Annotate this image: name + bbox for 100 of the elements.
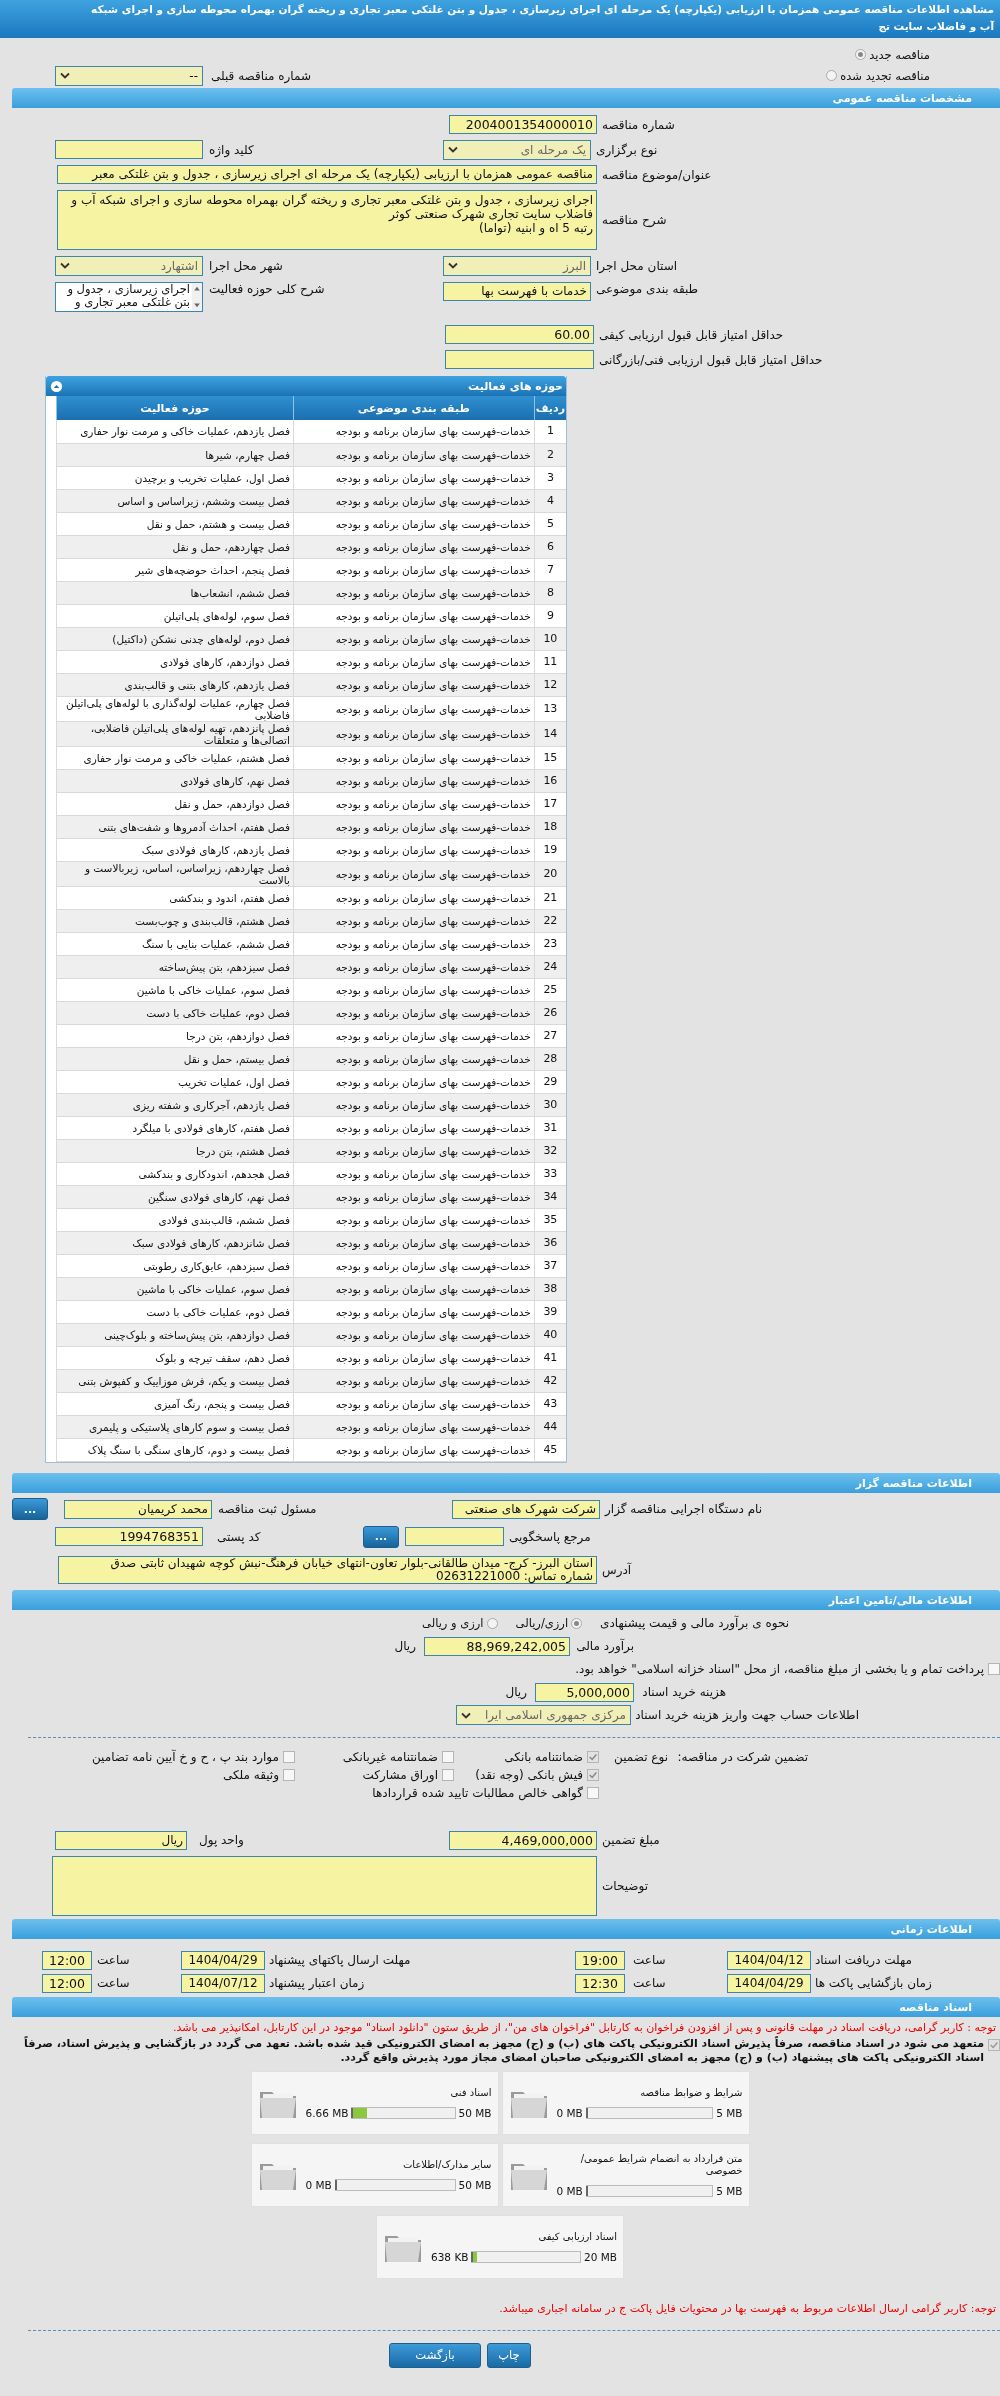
- collapse-icon[interactable]: [50, 379, 63, 393]
- notes-field[interactable]: [52, 1855, 597, 1916]
- subject-field[interactable]: مناقصه عمومی همزمان با ارزیابی (یکپارچه) یک مرحله ای اجرای زیرسازی ، جدول و بتن غلتکی معبر: [57, 165, 597, 184]
- keyword-field[interactable]: [55, 140, 203, 159]
- action-button[interactable]: چاپ: [487, 2342, 531, 2368]
- checkbox-option[interactable]: موارد بند پ ، ح و خ آیین نامه تضامین: [95, 1749, 295, 1764]
- date-field[interactable]: 1404/04/29: [181, 1950, 265, 1970]
- table-cell: فصل هفتم، اندود و بندکشی: [56, 886, 294, 909]
- tender-number-field[interactable]: 2004001354000010: [449, 115, 597, 134]
- checkbox[interactable]: [587, 1786, 599, 1799]
- time-field[interactable]: 12:00: [42, 1950, 92, 1970]
- radio-option[interactable]: ارزی/ریالی: [515, 1616, 583, 1630]
- size-label: 0 MB: [556, 2184, 583, 2197]
- category-field[interactable]: خدمات با فهرست بها: [443, 282, 591, 301]
- radio-option[interactable]: مناقصه تجدید شده: [826, 68, 930, 83]
- table-cell: خدمات-فهرست بهای سازمان برنامه و بودجه: [293, 489, 535, 512]
- address-field[interactable]: استان البرز- کرج- میدان طالقانی-بلوار تعاون-انتهای خیابان فرهنگ-نبش کوچه شهیدان ثابتی صدق شماره تماس: 02631221000: [58, 1555, 597, 1584]
- checkbox[interactable]: [442, 1768, 454, 1781]
- time-field[interactable]: 12:30: [575, 1973, 625, 1993]
- checkbox[interactable]: [587, 1750, 599, 1763]
- more-button[interactable]: ...: [363, 1525, 399, 1548]
- checkbox[interactable]: [988, 1663, 1000, 1675]
- table-cell: خدمات-فهرست بهای سازمان برنامه و بودجه: [293, 721, 535, 746]
- table-cell: فصل هشتم، بتن درجا: [56, 1139, 294, 1162]
- currency-field[interactable]: ریال: [55, 1830, 187, 1850]
- checkbox-option[interactable]: گواهی خالص مطالبات تایید شده قراردادها: [295, 1785, 599, 1800]
- table-cell: خدمات-فهرست بهای سازمان برنامه و بودجه: [293, 909, 535, 932]
- reference-field[interactable]: [405, 1527, 504, 1546]
- field-label: شرح کلی حوزه فعالیت: [208, 282, 326, 296]
- notice-text: توجه: کاربر گرامی ارسال اطلاعات مربوط به فهرست بها در محتویات فایل پاکت ج در سامانه اجباری میباشد.: [498, 2300, 997, 2316]
- field-label: حداقل امتیاز قابل قبول ارزیابی فنی/بازرگانی: [598, 352, 823, 367]
- radio-icon[interactable]: [486, 1617, 498, 1629]
- description-field[interactable]: اجرای زیرسازی ، جدول و بتن غلتکی معبر تجاری و ریخته گران بهمراه محوطه سازی و اجرای شبکه آب و فاضلاب سایت تجاری شهرک صنعتی کوثر رتبه 5 اه و ابنیه (تواما): [57, 190, 597, 250]
- checkbox[interactable]: [283, 1750, 295, 1763]
- table-cell: فصل سوم، لوله‌های پلی‌اتیلن: [56, 604, 294, 627]
- estimate-field[interactable]: 88,969,242,005: [424, 1636, 570, 1656]
- postal-code-field[interactable]: 1994768351: [55, 1527, 203, 1546]
- section-header: اطلاعات زمانی: [12, 1918, 1000, 1939]
- radio-icon[interactable]: [571, 1617, 583, 1629]
- checkbox-option[interactable]: پرداخت تمام و یا بخشی از مبلغ مناقصه، از محل "اسناد خزانه اسلامی" خواهد بود.: [575, 1662, 1000, 1676]
- table-cell: فصل چهارم، شیرها: [56, 443, 294, 466]
- table-cell: خدمات-فهرست بهای سازمان برنامه و بودجه: [293, 581, 535, 604]
- time-field[interactable]: 12:00: [42, 1973, 92, 1993]
- more-button[interactable]: ...: [12, 1498, 48, 1520]
- caret-icon: [448, 146, 458, 153]
- table-cell: خدمات-فهرست بهای سازمان برنامه و بودجه: [293, 650, 535, 673]
- date-field[interactable]: 1404/04/12: [727, 1950, 811, 1970]
- select-field[interactable]: البرز: [443, 255, 591, 276]
- date-field[interactable]: 1404/04/29: [727, 1973, 811, 1993]
- table-cell: 29: [534, 1070, 566, 1093]
- table-cell: خدمات-فهرست بهای سازمان برنامه و بودجه: [293, 1277, 535, 1300]
- select-field[interactable]: مرکزی جمهوری اسلامی ایرا: [456, 1705, 631, 1725]
- table-cell: 36: [534, 1231, 566, 1254]
- registrar-field[interactable]: محمد کریمیان: [64, 1499, 212, 1519]
- file-name: سایر مدارک/اطلاعات: [401, 2158, 492, 2171]
- file-name: اسناد ارزیابی کیفی: [537, 2230, 617, 2243]
- table-cell: خدمات-فهرست بهای سازمان برنامه و بودجه: [293, 420, 535, 443]
- table-cell: 14: [534, 721, 566, 746]
- checkbox-option[interactable]: اوراق مشارکت: [295, 1767, 454, 1782]
- table-cell: خدمات-فهرست بهای سازمان برنامه و بودجه: [293, 443, 535, 466]
- section-header: مشخصات مناقصه عمومی: [12, 88, 1000, 108]
- document-fee-field[interactable]: 5,000,000: [535, 1682, 634, 1702]
- field-label: شماره مناقصه قبلی: [211, 68, 311, 83]
- select-field[interactable]: اشتهارد: [55, 255, 203, 276]
- guarantee-amount-field[interactable]: 4,469,000,000: [449, 1830, 597, 1850]
- radio-icon[interactable]: [826, 70, 838, 81]
- score-field[interactable]: 60.00: [445, 325, 594, 344]
- table-cell: فصل یازدهم، کارهای بتنی و قالب‌بندی: [56, 673, 294, 696]
- field-label: اطلاعات حساب جهت واریز هزینه خرید اسناد: [635, 1708, 859, 1722]
- table-cell: 21: [534, 886, 566, 909]
- time-field[interactable]: 19:00: [575, 1950, 625, 1970]
- radio-option[interactable]: مناقصه جدید: [855, 47, 930, 62]
- checkbox[interactable]: [442, 1750, 454, 1763]
- table-cell: خدمات-فهرست بهای سازمان برنامه و بودجه: [293, 1139, 535, 1162]
- table-cell: خدمات-فهرست بهای سازمان برنامه و بودجه: [293, 1323, 535, 1346]
- score-field[interactable]: [445, 350, 594, 369]
- table-cell: 4: [534, 489, 566, 512]
- table-cell: 41: [534, 1346, 566, 1369]
- select-field[interactable]: --: [55, 65, 203, 86]
- checkbox[interactable]: [587, 1768, 599, 1781]
- checkbox-option[interactable]: فیش بانکی (وجه نقد): [454, 1767, 599, 1782]
- table-cell: 15: [534, 746, 566, 769]
- radio-icon[interactable]: [855, 49, 867, 60]
- organization-field[interactable]: شرکت شهرک های صنعتی: [452, 1499, 600, 1519]
- table-cell: خدمات-فهرست بهای سازمان برنامه و بودجه: [293, 1369, 535, 1392]
- checkbox[interactable]: [283, 1768, 295, 1781]
- table-cell: فصل سوم، عملیات خاکی با ماشین: [56, 978, 294, 1001]
- select-field[interactable]: یک مرحله ای: [443, 139, 591, 160]
- table-cell: خدمات-فهرست بهای سازمان برنامه و بودجه: [293, 1438, 535, 1461]
- checkbox-option[interactable]: وثیقه ملکی: [95, 1767, 295, 1782]
- field-label: استان محل اجرا: [595, 258, 678, 273]
- action-button[interactable]: بازگشت: [389, 2342, 481, 2368]
- table-cell: خدمات-فهرست بهای سازمان برنامه و بودجه: [293, 769, 535, 792]
- checkbox-option[interactable]: ضمانتنامه غیربانکی: [295, 1749, 454, 1764]
- radio-option[interactable]: ارزی و ریالی: [422, 1616, 498, 1630]
- checkbox-option[interactable]: ضمانتنامه بانکی: [454, 1749, 599, 1764]
- date-field[interactable]: 1404/07/12: [181, 1973, 265, 1993]
- checkbox[interactable]: [988, 2038, 1000, 2051]
- panel-title: حوزه های فعالیت: [468, 379, 563, 393]
- table-cell: خدمات-فهرست بهای سازمان برنامه و بودجه: [293, 1185, 535, 1208]
